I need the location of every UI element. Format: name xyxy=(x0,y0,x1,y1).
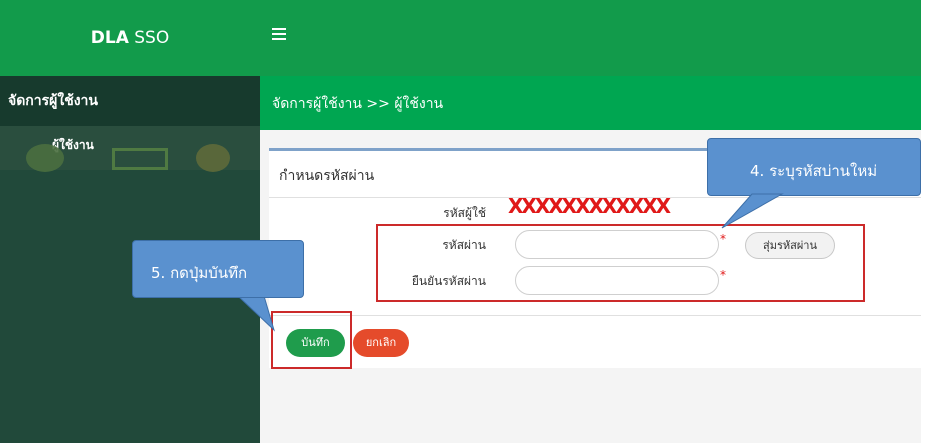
decorative-blob xyxy=(26,144,64,172)
sidebar-header[interactable]: จัดการผู้ใช้งาน xyxy=(0,76,260,126)
breadcrumb: จัดการผู้ใช้งาน >> ผู้ใช้งาน xyxy=(272,96,444,112)
content-header: จัดการผู้ใช้งาน >> ผู้ใช้งาน xyxy=(260,76,921,130)
brand-logo[interactable]: DLA SSO xyxy=(0,0,260,76)
panel-title: กำหนดรหัสผ่าน xyxy=(279,168,375,184)
brand-bold: DLA xyxy=(90,28,129,48)
callout-step-5-text: 5. กดปุ่มบันทึก xyxy=(151,264,248,282)
password-fields-highlight xyxy=(376,224,865,302)
decorative-blob xyxy=(196,144,230,172)
cancel-button[interactable]: ยกเลิก xyxy=(353,329,409,357)
divider xyxy=(269,315,921,316)
callout-step-4-text: 4. ระบุรหัสบ่านใหม่ xyxy=(750,162,878,180)
decorative-frame xyxy=(112,148,168,170)
username-value: XXXXXXXXXXXX xyxy=(508,194,671,218)
menu-toggle-icon[interactable] xyxy=(272,28,286,42)
username-label: รหัสผู้ใช้ xyxy=(443,206,486,220)
callout-step-4: 4. ระบุรหัสบ่านใหม่ xyxy=(707,138,921,196)
brand-rest: SSO xyxy=(128,28,170,48)
callout-step-5: 5. กดปุ่มบันทึก xyxy=(132,240,304,298)
save-button-highlight xyxy=(271,311,352,369)
top-navbar: DLA SSO xyxy=(0,0,921,76)
